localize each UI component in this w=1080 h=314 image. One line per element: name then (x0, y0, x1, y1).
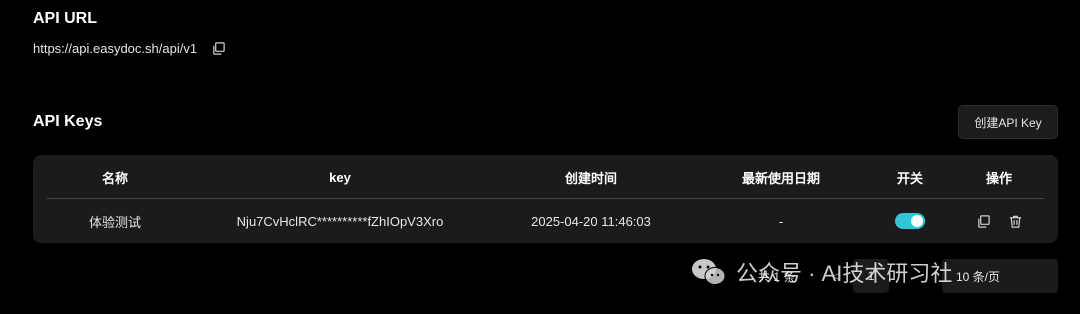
create-api-key-button[interactable]: 创建API Key (958, 105, 1058, 139)
row-actions (957, 199, 1041, 243)
api-url-value: https://api.easydoc.sh/api/v1 (33, 40, 198, 56)
header-switch: 开关 (896, 170, 923, 186)
api-url-row: https://api.easydoc.sh/api/v1 (33, 39, 227, 57)
watermark-text: 公众号 · AI技术研习社 (736, 261, 953, 286)
wechat-watermark: 公众号 · AI技术研习社 (690, 254, 952, 290)
header-key: key (329, 169, 351, 185)
copy-key-icon[interactable] (974, 212, 992, 230)
wechat-logo-icon (692, 259, 726, 285)
enable-toggle[interactable] (895, 213, 925, 229)
table-header: 名称 key 创建时间 最新使用日期 开关 操作 (33, 155, 1058, 199)
api-url-title: API URL (33, 10, 97, 27)
api-keys-table: 名称 key 创建时间 最新使用日期 开关 操作 体验测试 Nju7CvHclR… (33, 155, 1058, 243)
page-size-select[interactable]: 10 条/页 (942, 259, 1058, 293)
header-name: 名称 (101, 170, 128, 186)
copy-url-icon[interactable] (209, 39, 227, 57)
toggle-knob (911, 215, 923, 227)
header-actions: 操作 (985, 170, 1012, 186)
api-keys-title: API Keys (33, 113, 103, 130)
row-key: Nju7CvHclRC**********fZhIOpV3Xro (236, 213, 444, 229)
row-name: 体验测试 (88, 214, 141, 230)
row-created: 2025-04-20 11:46:03 (531, 213, 651, 229)
row-switch-cell (867, 199, 953, 243)
header-created: 创建时间 (564, 170, 617, 186)
table-row: 体验测试 Nju7CvHclRC**********fZhIOpV3Xro 20… (33, 199, 1058, 243)
api-settings-page: API URL https://api.easydoc.sh/api/v1 AP… (0, 0, 1080, 314)
header-last-used: 最新使用日期 (741, 170, 820, 186)
row-last-used: - (778, 213, 784, 229)
delete-icon[interactable] (1006, 212, 1024, 230)
